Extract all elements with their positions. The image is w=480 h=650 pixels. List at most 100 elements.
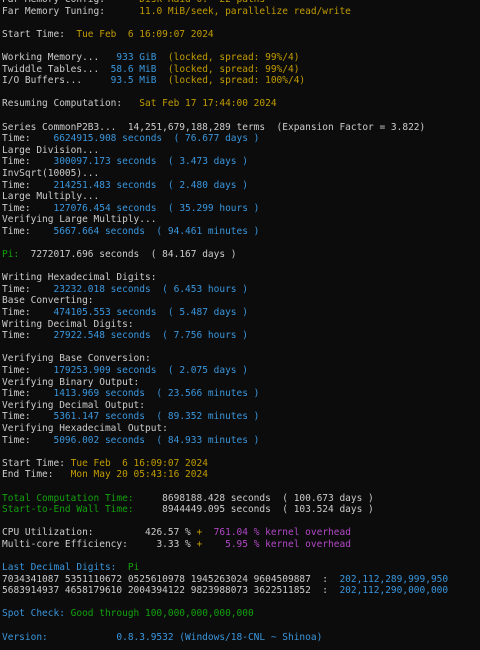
terminal-text: Base Converting: [2, 295, 94, 307]
terminal-line: Time: 127076.454 seconds ( 35.299 hours … [2, 203, 478, 215]
terminal-text: 933 GiB [116, 51, 157, 63]
terminal-text: Verifying Base Conversion: [2, 353, 151, 365]
terminal-text: Working Memory... [2, 51, 117, 63]
terminal-text: Time: [2, 365, 54, 376]
terminal-text: 58.6 MiB [110, 63, 157, 75]
terminal-text: 0.8.3.9532 (Windows/18-CNL ~ Shinoa) [116, 631, 323, 643]
terminal-text: Tue Feb 6 16:09:07 2024 [76, 28, 214, 40]
terminal-text: Verifying Hexadecimal Output: [2, 422, 168, 434]
terminal-text: Total Computation Time: [2, 492, 163, 504]
terminal-text: Far Memory Config: [2, 0, 139, 5]
terminal-line: Base Converting: [2, 295, 478, 307]
terminal-line: 5683914937 4658179610 2004394122 9823988… [2, 585, 478, 597]
terminal-text: End Time: [2, 469, 71, 481]
terminal-text: Time: [2, 156, 54, 168]
terminal-text: 426.57 % [145, 527, 197, 539]
terminal-text: Time: [2, 434, 54, 446]
terminal-text: Version: [2, 631, 117, 643]
terminal-text: Verifying Binary Output: [2, 376, 140, 388]
terminal-text: Time: [2, 411, 54, 423]
terminal-line: Start Time: Tue Feb 6 16:09:07 2024 [2, 29, 478, 41]
terminal-text: 127076.454 seconds ( 35.299 hours ) [53, 202, 260, 214]
terminal-line: Verifying Decimal Output: [2, 400, 478, 412]
terminal-text: Good through 100,000,000,000,000 [70, 608, 254, 620]
terminal-text: 3.33 % [156, 538, 197, 550]
terminal-text: 93.5 MiB [110, 75, 157, 87]
terminal-output: Far Memory Config: Disk Raid 0: 22 paths… [2, 0, 478, 643]
terminal-text: I/O Buffers... [2, 75, 111, 87]
terminal-line: I/O Buffers... 93.5 MiB (locked, spread:… [2, 75, 478, 87]
terminal-text: Pi [127, 562, 140, 574]
terminal-text: 8698188.428 seconds ( 100.673 days ) [162, 492, 374, 504]
terminal-line: Last Decimal Digits: Pi [2, 562, 478, 574]
terminal-text: Large Multiply... [2, 191, 100, 203]
terminal-line: Verifying Hexadecimal Output: [2, 423, 478, 435]
terminal-text: InvSqrt(10005)... [2, 167, 100, 179]
terminal-text: Time: [2, 283, 54, 295]
terminal-text: Large Division... [2, 144, 100, 156]
terminal-text: 474105.553 seconds ( 5.487 days ) [53, 307, 248, 319]
terminal-text: 202,112,289,999,950 [339, 573, 449, 585]
terminal-line: Pi: 7272017.696 seconds ( 84.167 days ) [2, 249, 478, 261]
terminal-text: 6624915.908 seconds ( 76.677 days ) [53, 133, 260, 145]
terminal-text: (locked, spread: 100%/4) [156, 75, 306, 87]
terminal-line: InvSqrt(10005)... [2, 168, 478, 180]
terminal-line: Large Division... [2, 145, 478, 157]
terminal-line: Time: 179253.909 seconds ( 2.075 days ) [2, 365, 478, 377]
terminal-text: Time: [2, 179, 54, 191]
terminal-text: 5096.002 seconds ( 84.933 minutes ) [53, 434, 260, 446]
terminal-text: 5.95 % kernel overhead [225, 538, 351, 550]
terminal-line: Start Time: Tue Feb 6 16:09:07 2024 [2, 458, 478, 470]
terminal-text: Time: [2, 202, 54, 214]
terminal-text: Far Memory Tuning: [2, 5, 140, 17]
terminal-line: Writing Decimal Digits: [2, 319, 478, 331]
terminal-text: 5361.147 seconds ( 89.352 minutes ) [53, 411, 260, 423]
terminal-line: Verifying Large Multiply... [2, 214, 478, 226]
terminal-text: (locked, spread: 99%/4) [156, 51, 300, 63]
terminal-text: 179253.909 seconds ( 2.075 days ) [53, 365, 248, 376]
terminal-text: Verifying Large Multiply... [2, 214, 157, 226]
terminal-text: + [196, 538, 226, 550]
terminal-text: Time: [2, 225, 54, 237]
terminal-line: Version: 0.8.3.9532 (Windows/18-CNL ~ Sh… [2, 632, 478, 644]
terminal-line: Series CommonP2B3... 14,251,679,188,289 … [2, 122, 478, 134]
terminal-text: 23232.018 seconds ( 6.453 hours ) [53, 283, 248, 295]
terminal-text: Start-to-End Wall Time: [2, 504, 163, 516]
terminal-text: 11.0 MiB/seek, parallelize read/write [139, 5, 351, 17]
terminal-line: Time: 5667.664 seconds ( 94.461 minutes … [2, 226, 478, 238]
terminal-line: Verifying Binary Output: [2, 377, 478, 389]
terminal-text: Writing Hexadecimal Digits: [2, 272, 157, 284]
terminal-text: Pi: [2, 249, 31, 261]
terminal-line: Total Computation Time: 8698188.428 seco… [2, 493, 478, 505]
terminal-text: 202,112,290,000,000 [339, 585, 449, 597]
terminal-text: Writing Decimal Digits: [2, 318, 134, 330]
terminal-line: Time: 27922.548 seconds ( 7.756 hours ) [2, 330, 478, 342]
terminal-text: Tue Feb 6 16:09:07 2024 [70, 457, 208, 469]
terminal-text: Series CommonP2B3... 14,251,679,188,289 … [2, 121, 426, 133]
terminal-line: Time: 214251.483 seconds ( 2.480 days ) [2, 180, 478, 192]
terminal-text: Mon May 20 05:43:16 2024 [70, 469, 208, 481]
terminal-line: Time: 474105.553 seconds ( 5.487 days ) [2, 307, 478, 319]
terminal-line: Verifying Base Conversion: [2, 353, 478, 365]
terminal-text: + [196, 527, 214, 539]
terminal-text: Spot Check: [2, 608, 71, 620]
terminal-text: Start Time: [2, 457, 71, 469]
terminal-line: Start-to-End Wall Time: 8944449.095 seco… [2, 504, 478, 516]
terminal-line: Large Multiply... [2, 191, 478, 203]
terminal-text: 5683914937 4658179610 2004394122 9823988… [2, 585, 340, 597]
terminal-text: Twiddle Tables... [2, 63, 111, 75]
terminal-text: Time: [2, 307, 54, 319]
terminal-text: Time: [2, 133, 54, 145]
